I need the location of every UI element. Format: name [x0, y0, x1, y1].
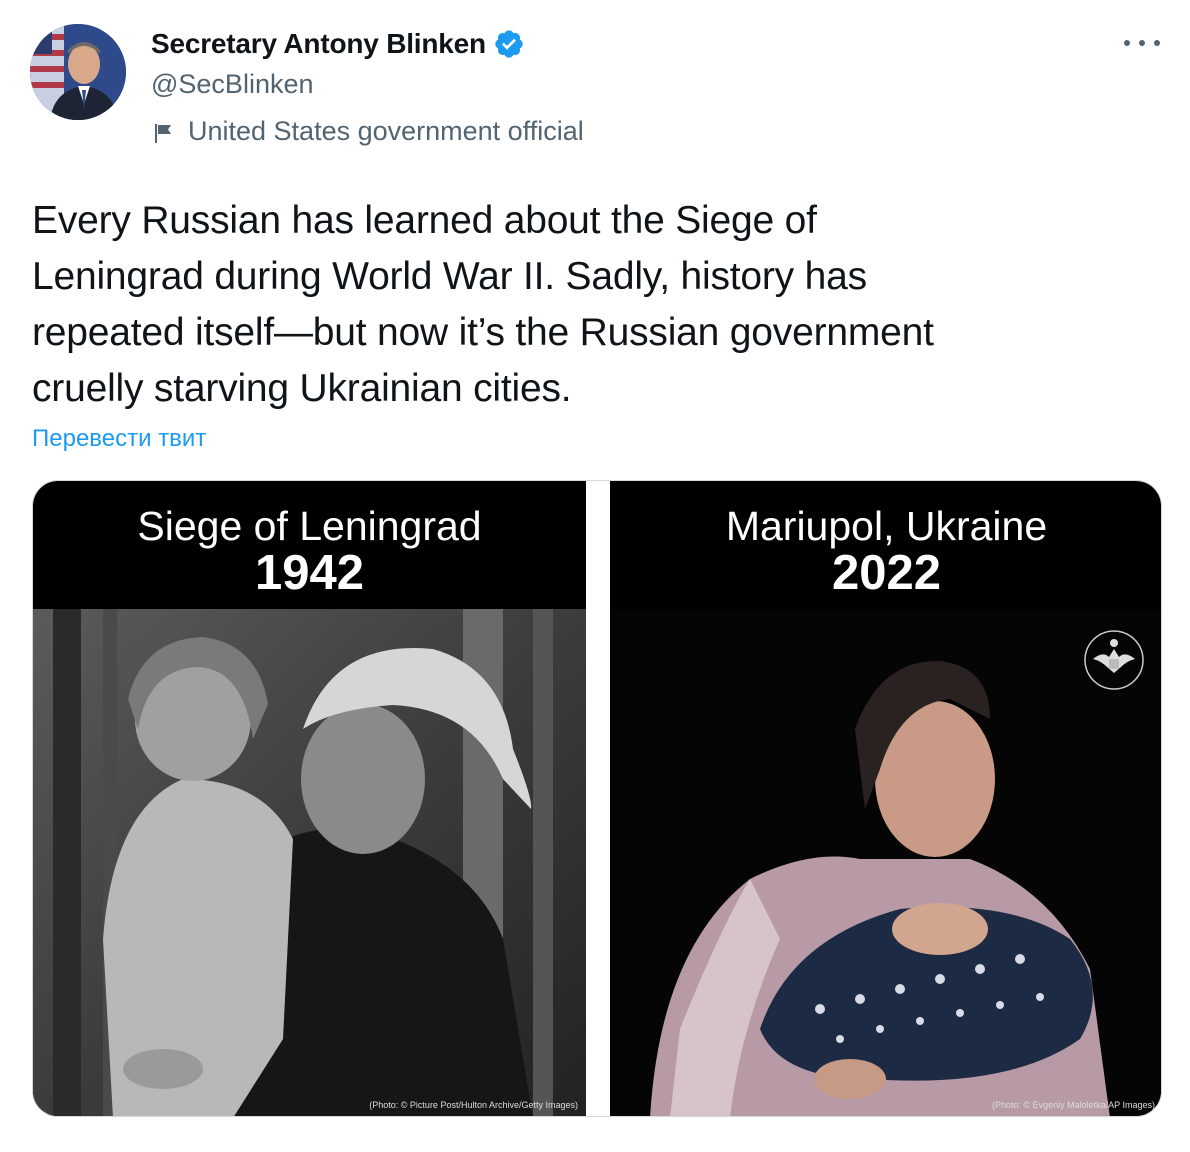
media-image-mariupol[interactable]: Mariupol, Ukraine 2022 (Photo: © Evgeniy… — [610, 481, 1161, 1116]
photo-credit-mariupol: (Photo: © Evgeniy Maloletka/AP Images) — [992, 1100, 1155, 1110]
author-name-row[interactable]: Secretary Antony Blinken — [151, 26, 525, 62]
media-image-leningrad[interactable]: Siege of Leningrad 1942 (Photo: © Pictur… — [33, 481, 586, 1116]
mariupol-photo: (Photo: © Evgeniy Maloletka/AP Images) — [610, 609, 1161, 1116]
image-caption-year: 2022 — [831, 546, 941, 600]
more-horizontal-icon-dot — [1154, 40, 1160, 46]
author-avatar[interactable] — [30, 24, 126, 120]
more-horizontal-icon-dot — [1139, 40, 1145, 46]
verified-badge-icon — [493, 28, 525, 60]
more-horizontal-icon — [1124, 40, 1130, 46]
tweet-text: Every Russian has learned about the Sieg… — [32, 199, 934, 410]
author-display-name[interactable]: Secretary Antony Blinken — [151, 26, 486, 62]
image-caption-place: Siege of Leningrad — [137, 503, 482, 549]
government-label[interactable]: United States government official — [152, 114, 584, 148]
author-handle[interactable]: @SecBlinken — [151, 67, 314, 101]
photo-credit-leningrad: (Photo: © Picture Post/Hulton Archive/Ge… — [369, 1100, 578, 1110]
image-caption-place: Mariupol, Ukraine — [725, 503, 1048, 549]
translate-tweet-link[interactable]: Перевести твит — [32, 423, 206, 455]
us-state-department-seal-icon — [1084, 630, 1144, 690]
more-options-button[interactable] — [1124, 28, 1160, 58]
image-caption-year: 1942 — [254, 546, 364, 600]
tweet-media[interactable]: Siege of Leningrad 1942 (Photo: © Pictur… — [32, 480, 1162, 1117]
flag-icon — [152, 119, 176, 143]
leningrad-photo: (Photo: © Picture Post/Hulton Archive/Ge… — [33, 609, 586, 1116]
avatar-portrait — [30, 24, 126, 120]
government-label-text[interactable]: United States government official — [188, 114, 584, 148]
